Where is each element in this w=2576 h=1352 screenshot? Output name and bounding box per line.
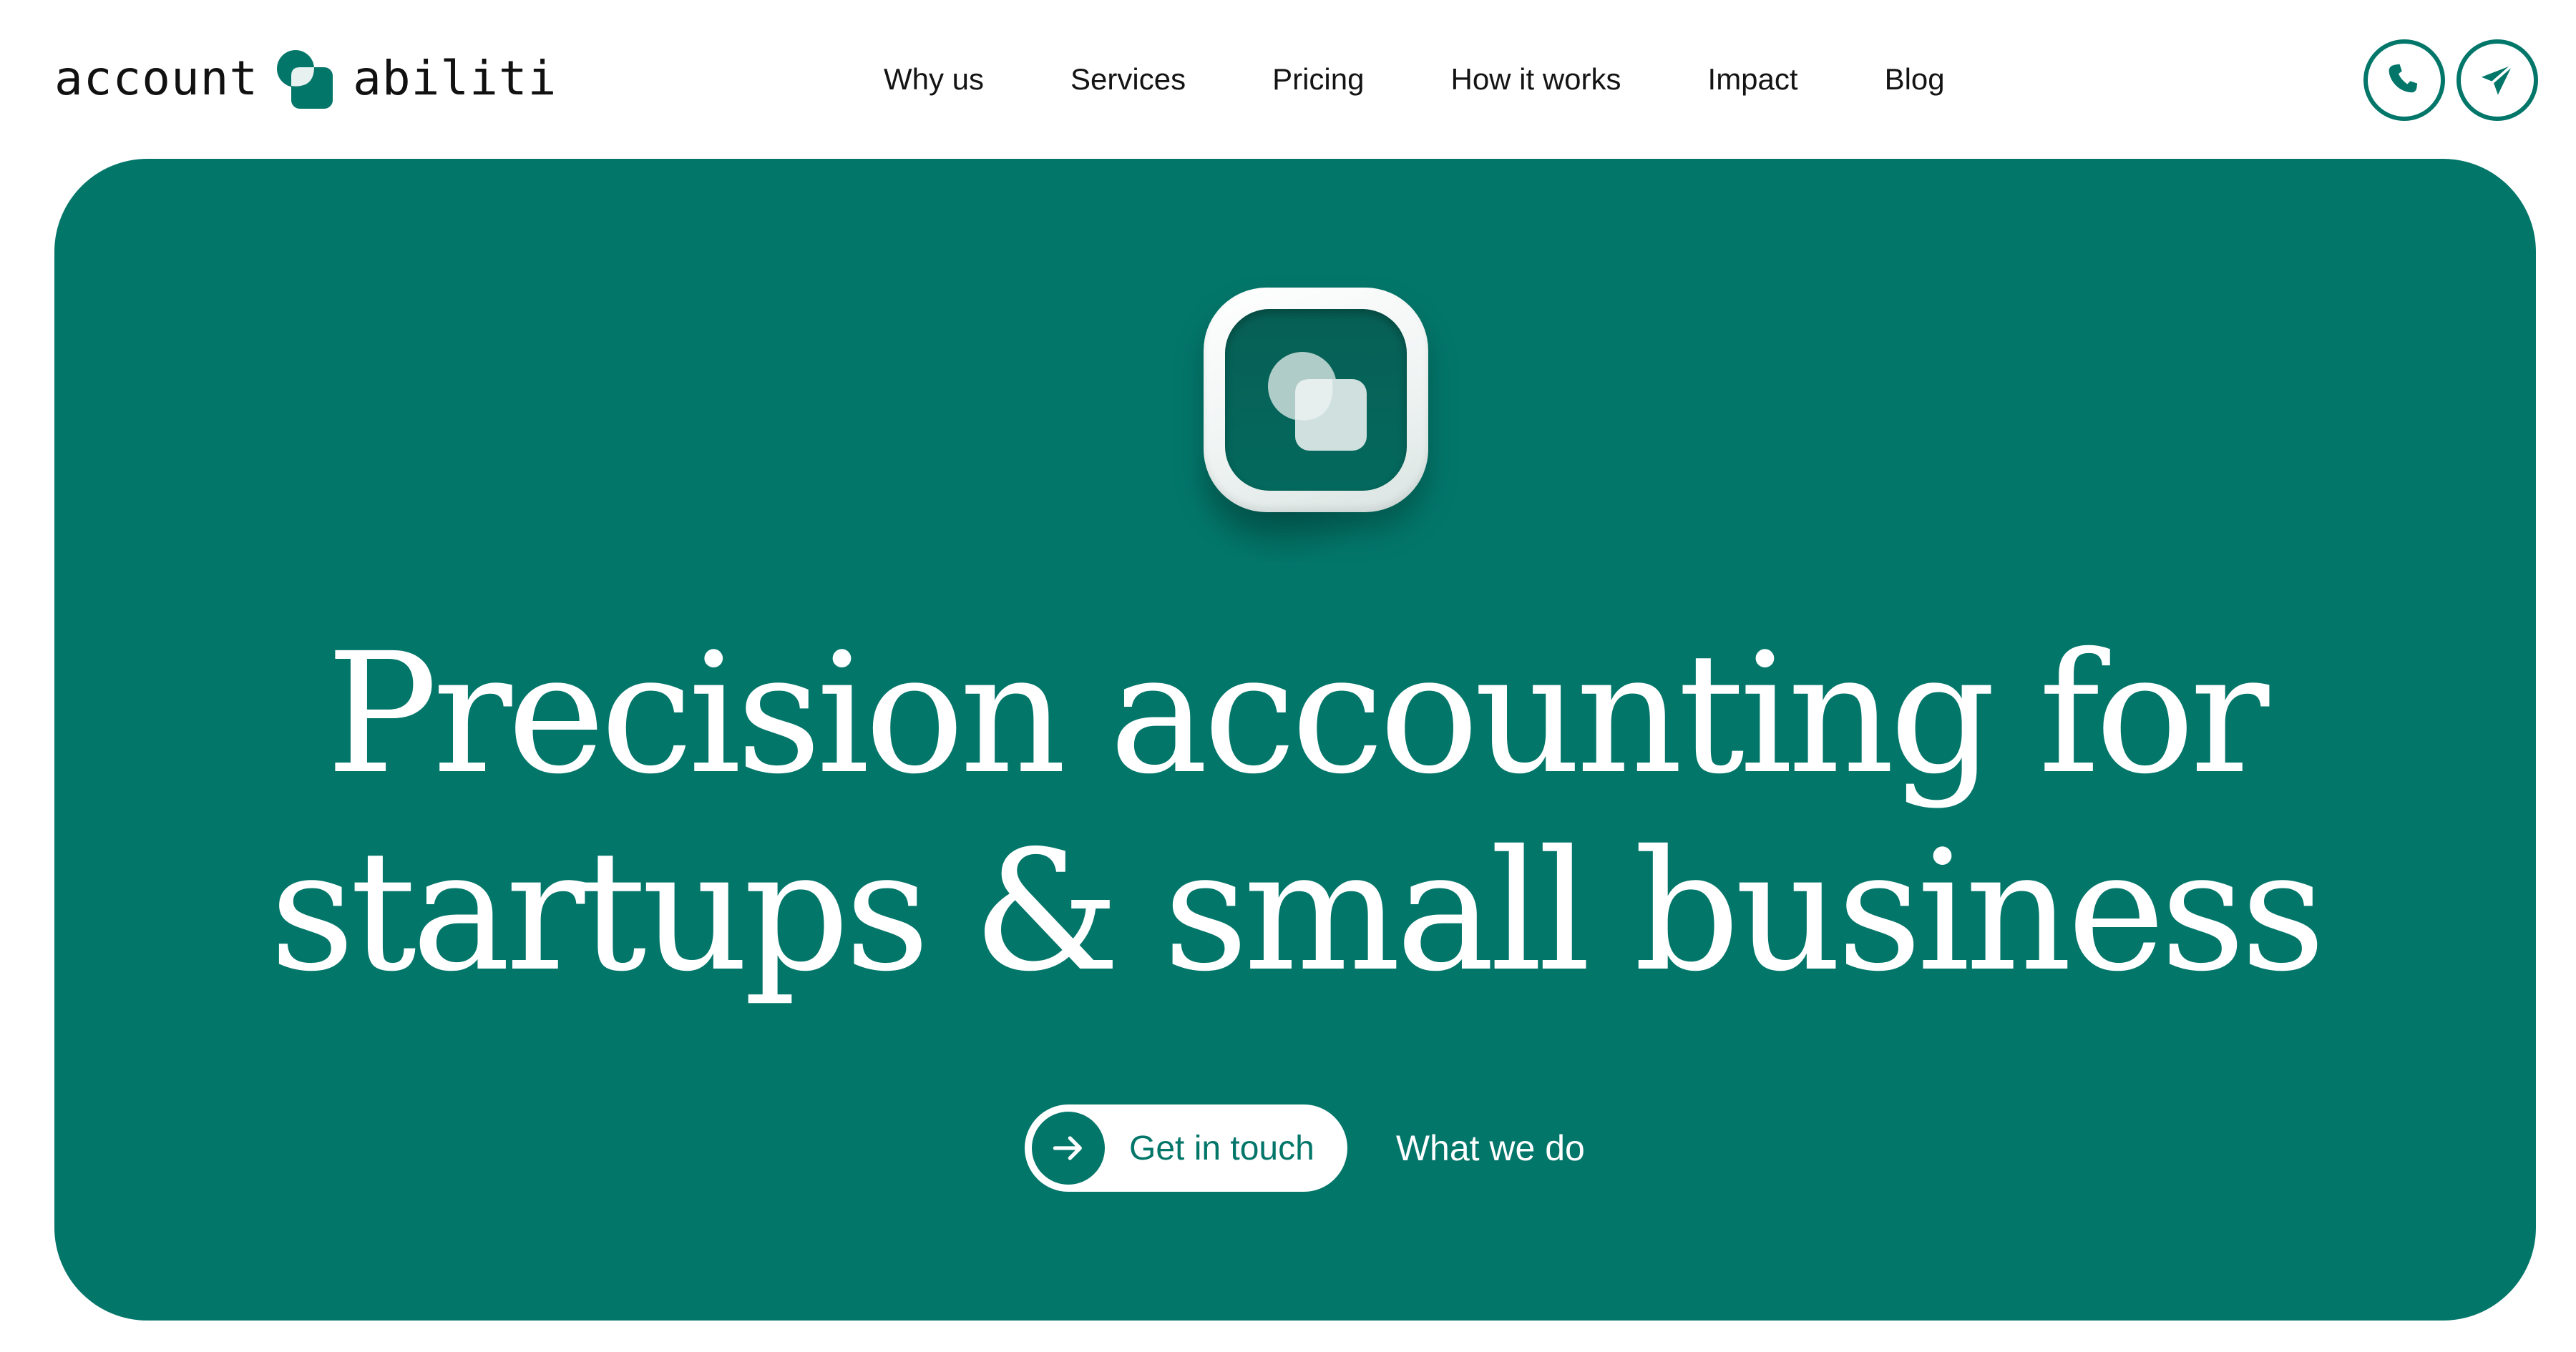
paper-plane-icon bbox=[2481, 64, 2514, 95]
nav-item-why-us[interactable]: Why us bbox=[884, 62, 984, 97]
app-logo-icon-inner bbox=[1225, 309, 1407, 491]
nav-item-how-it-works[interactable]: How it works bbox=[1450, 62, 1621, 97]
logo-word-left: account bbox=[54, 51, 259, 106]
main-nav: Why us Services Pricing How it works Imp… bbox=[884, 57, 1945, 102]
phone-button[interactable] bbox=[2363, 39, 2445, 121]
hero-cta-row: Get in touch What we do bbox=[1025, 1104, 1585, 1192]
nav-item-services[interactable]: Services bbox=[1070, 62, 1186, 97]
send-message-button[interactable] bbox=[2457, 39, 2538, 121]
nav-item-pricing[interactable]: Pricing bbox=[1272, 62, 1364, 97]
hero-headline: Precision accounting for startups & smal… bbox=[54, 615, 2536, 1010]
app-logo-icon bbox=[1204, 288, 1428, 512]
hero-headline-line-1: Precision accounting for bbox=[326, 617, 2270, 810]
what-we-do-link[interactable]: What we do bbox=[1396, 1127, 1585, 1169]
nav-item-blog[interactable]: Blog bbox=[1885, 62, 1945, 97]
nav-item-impact[interactable]: Impact bbox=[1708, 62, 1798, 97]
brand-logo[interactable]: account abiliti bbox=[54, 43, 557, 114]
site-header: account abiliti Why us Services Pricing … bbox=[0, 0, 2576, 159]
arrow-circle bbox=[1032, 1112, 1105, 1185]
get-in-touch-button[interactable]: Get in touch bbox=[1025, 1104, 1347, 1192]
arrow-right-icon bbox=[1053, 1136, 1082, 1160]
logo-word-right: abiliti bbox=[353, 51, 557, 106]
get-in-touch-label: Get in touch bbox=[1129, 1129, 1314, 1167]
hero-headline-line-2: startups & small business bbox=[269, 815, 2326, 1008]
logo-mark-icon bbox=[277, 50, 333, 109]
hero-section: Precision accounting for startups & smal… bbox=[54, 159, 2536, 1321]
app-logo-mark-icon bbox=[1268, 352, 1367, 451]
phone-icon bbox=[2389, 64, 2418, 93]
